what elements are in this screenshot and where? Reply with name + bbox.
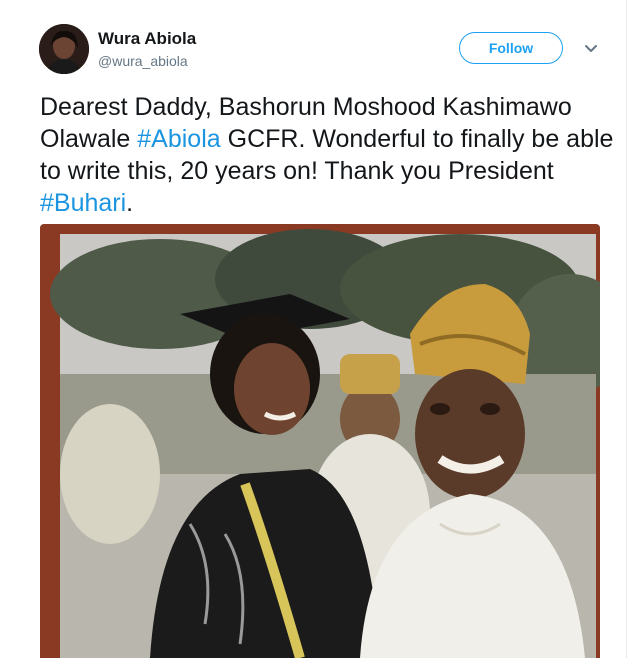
hashtag-link[interactable]: #Buhari (40, 189, 126, 217)
user-avatar[interactable] (39, 24, 89, 74)
user-display-name[interactable]: Wura Abiola (98, 29, 196, 49)
hashtag-link[interactable]: #Abiola (137, 125, 220, 153)
photo-image (40, 224, 600, 658)
chevron-down-icon[interactable] (583, 42, 599, 56)
avatar-photo (39, 24, 89, 74)
tweet-card: Wura Abiola @wura_abiola Follow Dearest … (0, 0, 627, 658)
tweet-text-segment: . (126, 189, 134, 217)
tweet-text: Dearest Daddy, Bashorun Moshood Kashimaw… (40, 91, 615, 219)
user-handle[interactable]: @wura_abiola (98, 53, 188, 69)
follow-button[interactable]: Follow (459, 32, 563, 64)
tweet-photo[interactable] (40, 224, 600, 658)
